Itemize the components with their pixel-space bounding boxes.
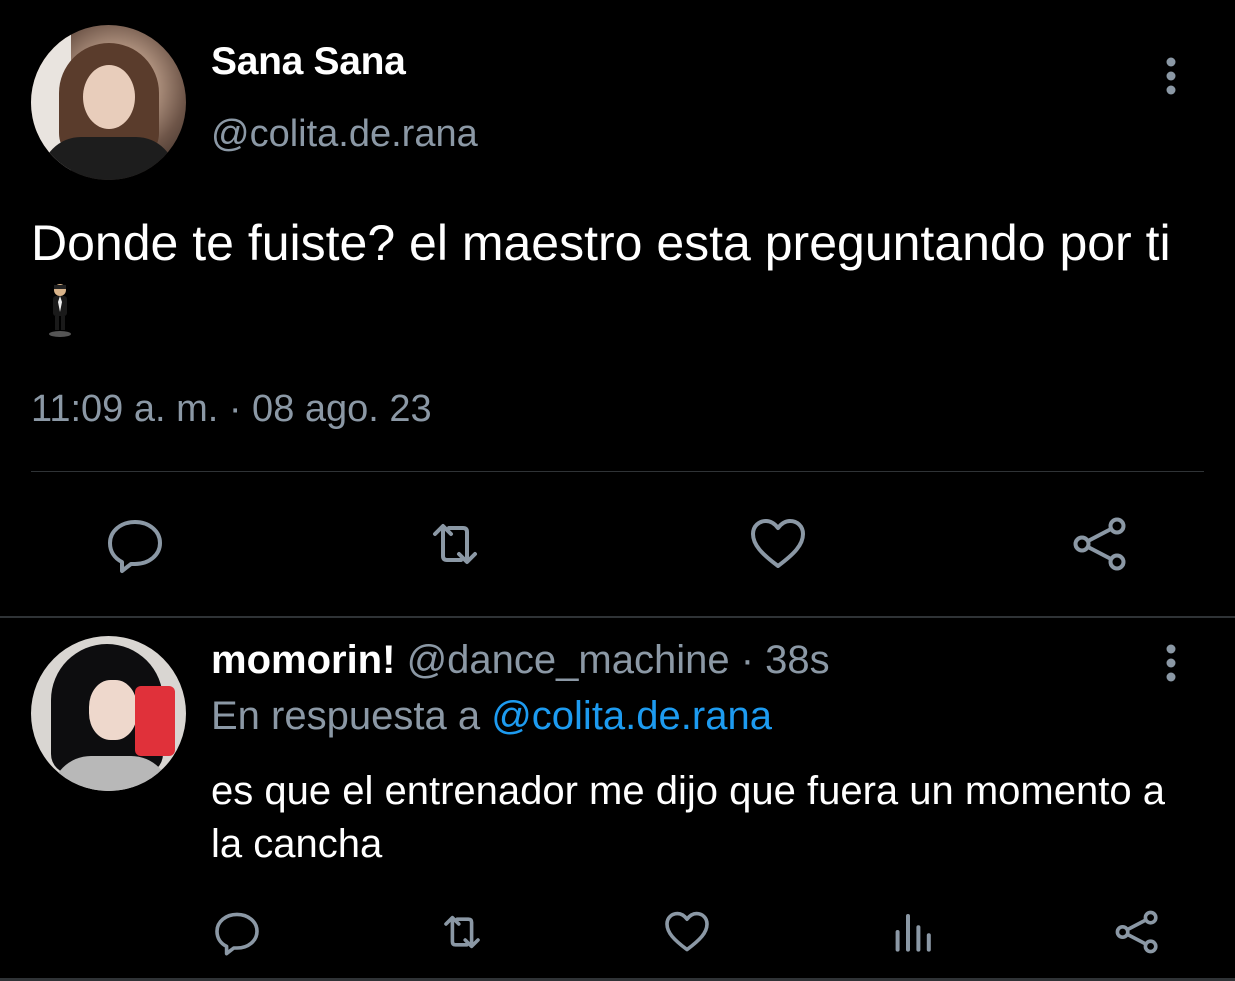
retweet-button[interactable] bbox=[425, 514, 485, 574]
reply-like-button[interactable] bbox=[663, 908, 711, 956]
reply-user-handle[interactable]: @dance_machine bbox=[407, 638, 730, 682]
share-icon bbox=[1115, 910, 1158, 954]
share-icon bbox=[1073, 517, 1126, 571]
retweet-icon bbox=[444, 915, 480, 949]
in-reply-to: En respuesta a @colita.de.rana bbox=[211, 694, 772, 739]
analytics-icon bbox=[895, 914, 931, 952]
reply-avatar[interactable] bbox=[31, 636, 186, 791]
reply-retweet-button[interactable] bbox=[438, 908, 486, 956]
avatar[interactable] bbox=[31, 25, 186, 180]
reply-more-options-icon[interactable] bbox=[1160, 641, 1182, 685]
in-reply-to-label: En respuesta a bbox=[211, 694, 481, 738]
reply-time[interactable]: 38s bbox=[765, 638, 830, 682]
reply-header: momorin! @dance_machine · 38s bbox=[211, 638, 830, 683]
reply-analytics-button[interactable] bbox=[888, 908, 936, 956]
tweet-thread: Sana Sana @colita.de.rana Donde te fuist… bbox=[0, 0, 1235, 981]
reply-button[interactable] bbox=[105, 514, 165, 574]
more-options-icon[interactable] bbox=[1160, 54, 1182, 98]
tweet-text: Donde te fuiste? el maestro esta pregunt… bbox=[31, 210, 1181, 342]
separator-dot: · bbox=[740, 638, 755, 682]
reply-display-name[interactable]: momorin! bbox=[211, 638, 395, 682]
like-icon bbox=[751, 519, 805, 568]
retweet-icon bbox=[433, 524, 477, 564]
reply-text: es que el entrenador me dijo que fuera u… bbox=[211, 769, 1165, 866]
reply-share-button[interactable] bbox=[1113, 908, 1161, 956]
reply-icon bbox=[215, 912, 259, 956]
share-button[interactable] bbox=[1070, 514, 1130, 574]
like-icon bbox=[665, 911, 709, 952]
man-in-business-suit-levitating-icon bbox=[45, 282, 75, 338]
tweet-text-content: Donde te fuiste? el maestro esta pregunt… bbox=[31, 215, 1171, 271]
display-name[interactable]: Sana Sana bbox=[211, 40, 406, 84]
user-handle[interactable]: @colita.de.rana bbox=[211, 113, 478, 156]
divider bbox=[31, 471, 1204, 472]
section-divider bbox=[0, 616, 1235, 618]
in-reply-to-mention[interactable]: @colita.de.rana bbox=[491, 694, 772, 738]
like-button[interactable] bbox=[748, 514, 808, 574]
main-tweet: Sana Sana @colita.de.rana Donde te fuist… bbox=[0, 0, 1235, 616]
reply-icon bbox=[108, 520, 162, 573]
reply-reply-button[interactable] bbox=[213, 908, 261, 956]
tweet-timestamp[interactable]: 11:09 a. m. · 08 ago. 23 bbox=[31, 388, 432, 431]
